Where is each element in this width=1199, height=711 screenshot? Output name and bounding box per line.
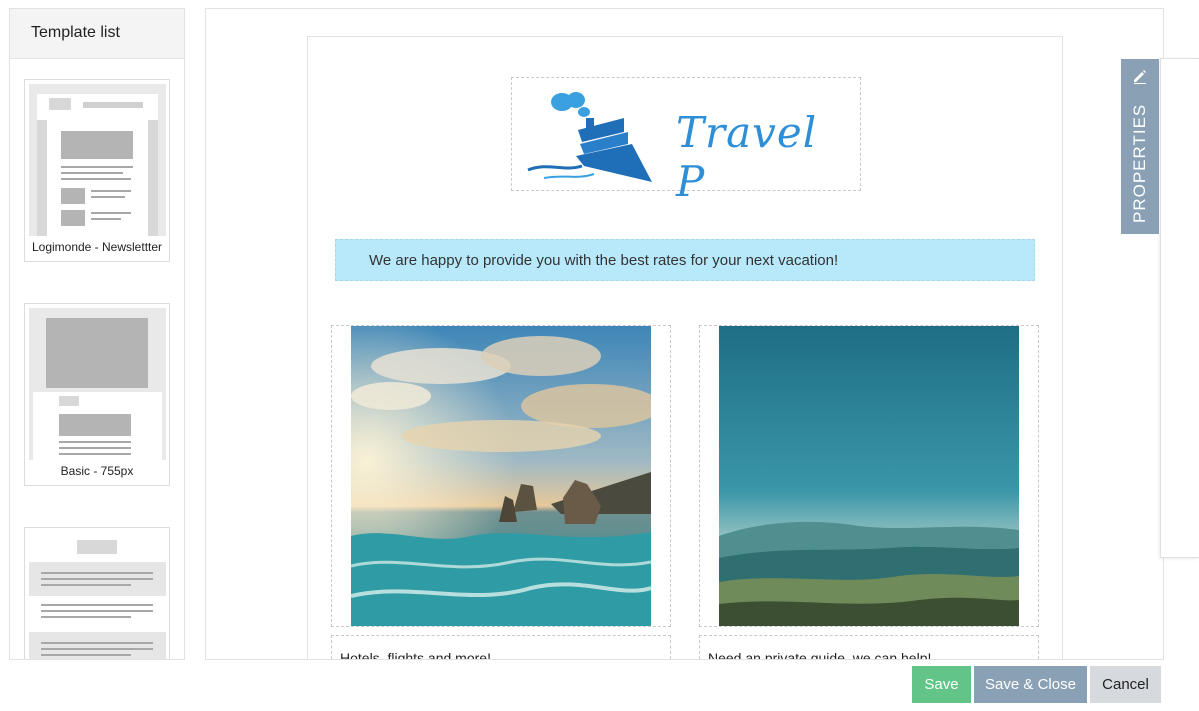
email-body: Travel P We are happy to provide you wit… [307, 36, 1063, 659]
email-canvas[interactable]: Travel P We are happy to provide you wit… [205, 8, 1164, 660]
template-list-title: Template list [10, 9, 184, 59]
properties-label: PROPERTIES [1130, 103, 1149, 223]
template-card-newsletter[interactable]: Logimonde - Newslettter [24, 79, 170, 262]
template-editor: Template list Logimonde - Newslettter Ba… [0, 0, 1199, 711]
caption-hotels[interactable]: Hotels, flights and more! [331, 635, 671, 659]
caption-guide[interactable]: Need an private guide, we can help! [699, 635, 1039, 659]
template-thumbnail [29, 308, 166, 460]
save-button[interactable]: Save [912, 666, 971, 703]
coast-image [351, 326, 651, 626]
logo-text: Travel P [676, 108, 818, 206]
properties-tab[interactable]: PROPERTIES [1121, 59, 1159, 234]
template-label: Logimonde - Newslettter [31, 240, 163, 254]
template-card-3[interactable] [24, 527, 170, 659]
template-card-basic[interactable]: Basic - 755px [24, 303, 170, 486]
template-thumbnail [29, 532, 166, 659]
template-list-panel: Template list Logimonde - Newslettter Ba… [9, 8, 185, 660]
hills-image [719, 326, 1019, 626]
save-close-button[interactable]: Save & Close [974, 666, 1087, 703]
banner-text[interactable]: We are happy to provide you with the bes… [335, 239, 1035, 281]
image-block-hills[interactable] [699, 325, 1039, 627]
ship-logo-icon [527, 92, 652, 182]
template-label: Basic - 755px [60, 464, 134, 478]
pencil-icon [1134, 70, 1146, 84]
image-block-coast[interactable] [331, 325, 671, 627]
template-thumbnail [29, 84, 166, 236]
logo-block[interactable]: Travel P [511, 77, 861, 206]
properties-drawer [1160, 58, 1199, 558]
cancel-button[interactable]: Cancel [1090, 666, 1161, 703]
